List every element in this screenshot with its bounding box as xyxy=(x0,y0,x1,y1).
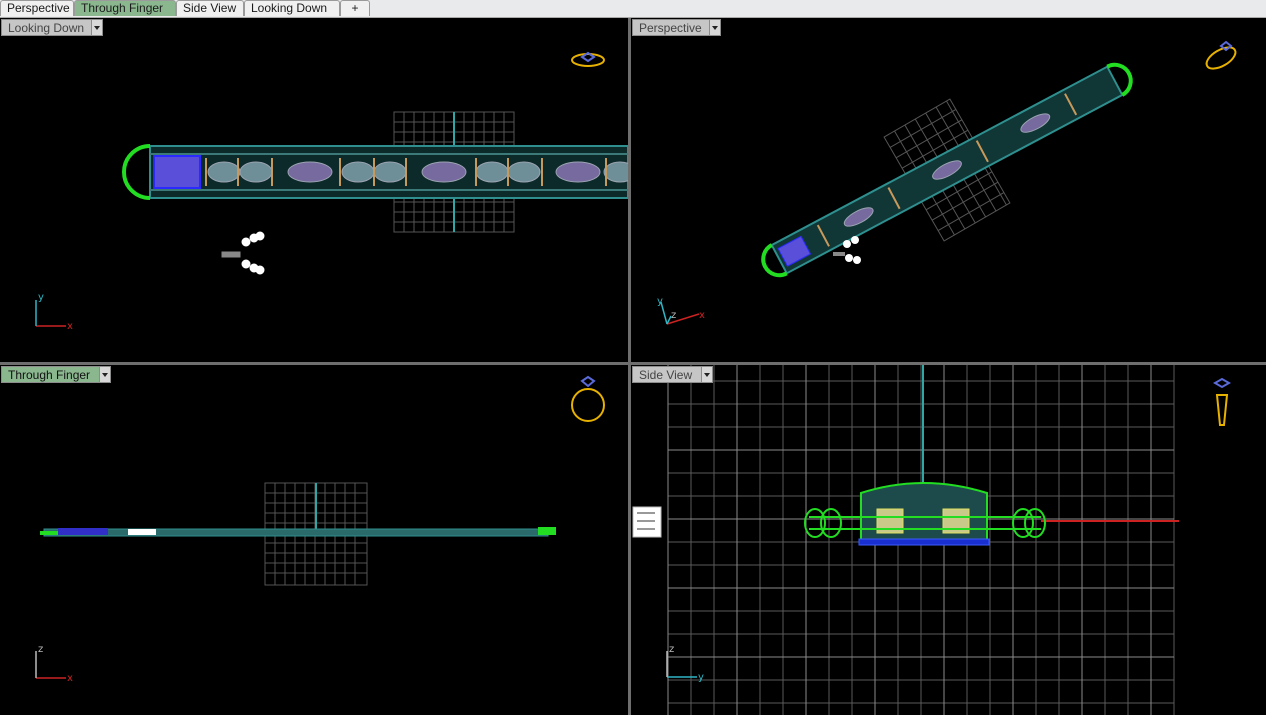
viewport-side-view[interactable]: z y Side View xyxy=(631,365,1266,715)
ring-top-icon[interactable] xyxy=(571,51,605,67)
axis-label-x: x xyxy=(699,310,705,321)
ring-perspective-icon[interactable] xyxy=(1203,40,1239,73)
gumball-widget[interactable] xyxy=(221,231,265,275)
viewport-title[interactable]: Perspective xyxy=(632,19,710,36)
viewport-title[interactable]: Side View xyxy=(632,366,702,383)
axis-label-y: y xyxy=(38,292,44,303)
viewport-looking-down[interactable]: y x Looking Down xyxy=(0,18,628,362)
tab-label: Side View xyxy=(183,1,237,15)
viewport-perspective[interactable]: y z x Perspective xyxy=(631,18,1266,362)
axis-widget: z x xyxy=(35,644,73,684)
axis-label-y: y xyxy=(698,672,704,683)
bracelet-profile[interactable] xyxy=(40,527,556,537)
axis-widget: y z x xyxy=(657,296,705,325)
bracelet-wireframe[interactable] xyxy=(122,144,628,200)
ring-side-icon[interactable] xyxy=(1212,377,1232,426)
chevron-down-icon[interactable] xyxy=(91,19,103,36)
viewport-canvas: z x xyxy=(35,375,605,684)
tab-perspective[interactable]: Perspective xyxy=(0,0,74,16)
axis-label-z: z xyxy=(671,310,676,321)
tab-label: Perspective xyxy=(7,1,70,15)
axis-label-z: z xyxy=(669,644,674,655)
tab-looking-down[interactable]: Looking Down xyxy=(244,0,340,16)
gumball-widget[interactable] xyxy=(632,506,662,538)
viewport-canvas: y x xyxy=(35,51,628,332)
clasp-box[interactable] xyxy=(153,155,201,189)
viewport-canvas: z y xyxy=(632,365,1232,715)
chevron-down-icon[interactable] xyxy=(701,366,713,383)
axis-label-x: x xyxy=(67,673,73,684)
bracelet-wireframe[interactable] xyxy=(758,59,1137,281)
axis-widget: y x xyxy=(35,292,73,332)
bracelet-side-wireframe[interactable] xyxy=(804,482,1046,546)
axis-widget: z y xyxy=(666,644,704,683)
ring-front-icon[interactable] xyxy=(571,375,605,422)
viewport-title[interactable]: Through Finger xyxy=(1,366,100,383)
axis-label-z: z xyxy=(38,644,43,655)
axis-label-x: x xyxy=(67,321,73,332)
viewport-through-finger[interactable]: z x Through Finger xyxy=(0,365,628,715)
view-tab-bar: Perspective Through Finger Side View Loo… xyxy=(0,0,1266,18)
viewport-canvas: y z x xyxy=(657,40,1239,325)
tab-label: Looking Down xyxy=(251,1,328,15)
viewport-title[interactable]: Looking Down xyxy=(1,19,92,36)
plus-icon: + xyxy=(351,1,359,15)
tab-side-view[interactable]: Side View xyxy=(176,0,244,16)
tab-label: Through Finger xyxy=(81,1,164,15)
chevron-down-icon[interactable] xyxy=(709,19,721,36)
chevron-down-icon[interactable] xyxy=(99,366,111,383)
tab-through-finger[interactable]: Through Finger xyxy=(74,0,176,16)
axis-label-y: y xyxy=(657,296,663,307)
add-tab-button[interactable]: + xyxy=(340,0,370,16)
